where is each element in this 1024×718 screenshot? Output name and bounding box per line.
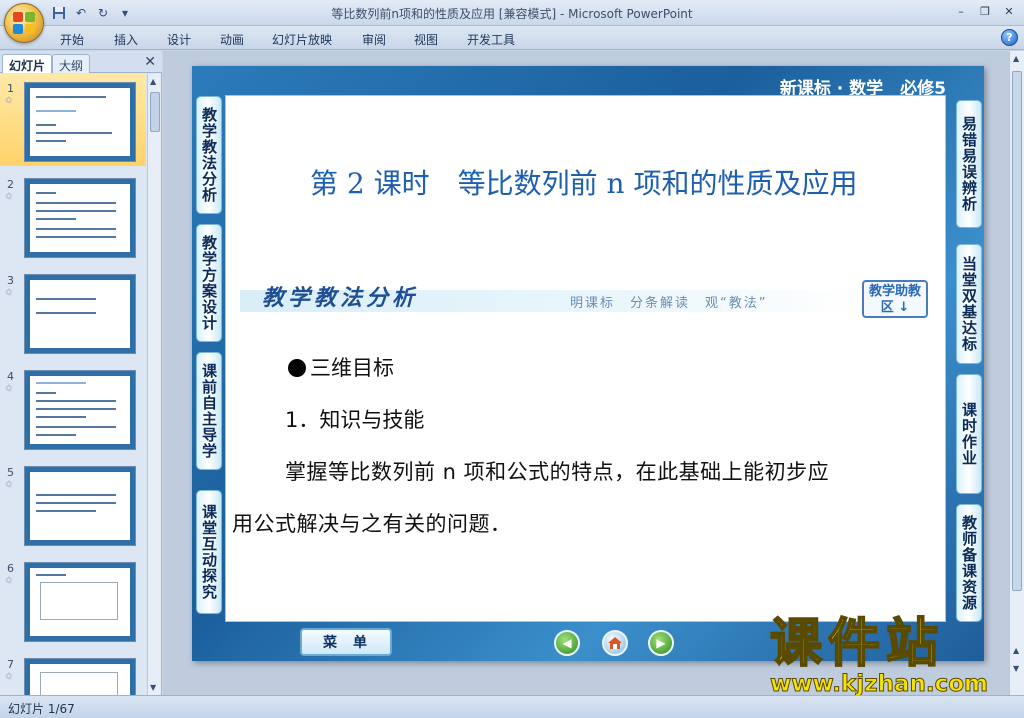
nav-homework[interactable]: 课时作业 xyxy=(956,374,982,494)
window-controls: – ❐ ✕ xyxy=(950,2,1020,20)
animation-star-icon: ✩ xyxy=(5,480,13,490)
home-icon[interactable] xyxy=(602,630,628,656)
editor-scrollbar[interactable]: ▲ ▲ ▼ xyxy=(1009,51,1024,695)
slides-panel: 幻灯片 大纲 ✕ 1 ✩ 2 ✩ 3 ✩ 4 ✩ 5 ✩ 6 ✩ 7 ✩ ▲ ▼ xyxy=(0,51,162,695)
previous-page-icon[interactable]: ◀ xyxy=(554,630,580,656)
nav-error-analysis[interactable]: 易错易误辨析 xyxy=(956,100,982,228)
slide-thumbnail[interactable]: 7 ✩ xyxy=(0,650,146,695)
restore-icon[interactable]: ❐ xyxy=(974,2,996,20)
watermark-brand: 课件站 xyxy=(769,614,945,674)
thumbnail-list: 1 ✩ 2 ✩ 3 ✩ 4 ✩ 5 ✩ 6 ✩ 7 ✩ xyxy=(0,74,146,695)
tab-slideshow[interactable]: 幻灯片放映 xyxy=(272,31,332,48)
tab-home[interactable]: 开始 xyxy=(60,31,84,48)
window-title: 等比数列前n项和的性质及应用 [兼容模式] - Microsoft PowerP… xyxy=(331,7,693,21)
thumbnail-image xyxy=(24,178,136,258)
thumbnail-number: 1 xyxy=(7,82,14,95)
thumbnail-scrollbar[interactable]: ▲ ▼ xyxy=(147,74,161,695)
thumbnail-image xyxy=(24,370,136,450)
nav-class-interaction[interactable]: 课堂互动探究 xyxy=(196,490,222,614)
section-banner: 教学教法分析 明课标 分条解读 观“教法” 教学助教区 ↓ xyxy=(240,280,932,318)
animation-star-icon: ✩ xyxy=(5,576,13,586)
thumbnail-number: 3 xyxy=(7,274,14,287)
nav-teacher-resources[interactable]: 教师备课资源 xyxy=(956,504,982,622)
close-icon[interactable]: ✕ xyxy=(998,2,1020,20)
bullet-heading: 三维目标 xyxy=(288,352,394,382)
thumbnail-image xyxy=(24,562,136,642)
paragraph-line-1: 掌握等比数列前 n 项和公式的特点，在此基础上能初步应 xyxy=(285,460,830,484)
thumbnail-image xyxy=(24,82,136,162)
teaching-assist-label: 教学助教区 xyxy=(868,284,921,315)
tab-animation[interactable]: 动画 xyxy=(220,31,244,48)
scroll-thumb[interactable] xyxy=(150,92,160,132)
office-logo-icon xyxy=(13,12,35,34)
slide-thumbnail[interactable]: 1 ✩ xyxy=(0,74,146,166)
thumbnail-number: 7 xyxy=(7,658,14,671)
nav-basic-practice[interactable]: 当堂双基达标 xyxy=(956,244,982,364)
paragraph-line-2: 用公式解决与之有关的问题． xyxy=(232,512,512,536)
previous-slide-icon[interactable]: ▲ xyxy=(1013,646,1019,655)
tab-view[interactable]: 视图 xyxy=(414,31,438,48)
help-icon[interactable]: ? xyxy=(1001,29,1018,46)
tab-slides[interactable]: 幻灯片 xyxy=(2,54,53,73)
office-button[interactable] xyxy=(4,3,44,43)
thumbnail-image xyxy=(24,274,136,354)
nav-teaching-analysis[interactable]: 教学教法分析 xyxy=(196,96,222,214)
animation-star-icon: ✩ xyxy=(5,192,13,202)
nav-pre-class-study[interactable]: 课前自主导学 xyxy=(196,352,222,470)
watermark-url: www.kjzhan.com xyxy=(770,671,989,697)
watermark-logo: 课件站 www.kjzhan.com xyxy=(769,614,1010,697)
nav-teaching-plan[interactable]: 教学方案设计 xyxy=(196,224,222,342)
scroll-down-icon[interactable]: ▼ xyxy=(150,683,156,692)
banner-label: 教学教法分析 xyxy=(262,285,419,311)
panel-close-icon[interactable]: ✕ xyxy=(144,54,156,70)
animation-star-icon: ✩ xyxy=(5,96,13,106)
animation-star-icon: ✩ xyxy=(5,672,13,682)
scroll-thumb[interactable] xyxy=(1012,71,1022,591)
thumbnail-number: 4 xyxy=(7,370,14,383)
lesson-title: 第 2 课时 等比数列前 n 项和的性质及应用 xyxy=(310,167,858,200)
slide-thumbnail[interactable]: 6 ✩ xyxy=(0,554,146,646)
tab-outline[interactable]: 大纲 xyxy=(52,54,91,73)
menu-button[interactable]: 菜单 xyxy=(300,628,392,656)
tab-developer[interactable]: 开发工具 xyxy=(467,31,515,48)
thumbnail-number: 2 xyxy=(7,178,14,191)
banner-motto: 明课标 分条解读 观“教法” xyxy=(570,296,768,311)
thumbnail-image xyxy=(24,466,136,546)
panel-tabs: 幻灯片 大纲 ✕ xyxy=(0,51,162,73)
slide-thumbnail[interactable]: 5 ✩ xyxy=(0,458,146,550)
ribbon-tabs: 开始 插入 设计 动画 幻灯片放映 审阅 视图 开发工具 ? xyxy=(0,26,1024,50)
scroll-up-icon[interactable]: ▲ xyxy=(150,77,156,86)
tab-review[interactable]: 审阅 xyxy=(362,31,386,48)
subheading: 1．知识与技能 xyxy=(285,408,425,432)
thumbnail-image xyxy=(24,658,136,695)
status-bar: 幻灯片 1/67 xyxy=(0,695,1024,718)
thumbnail-number: 5 xyxy=(7,466,14,479)
scroll-up-icon[interactable]: ▲ xyxy=(1013,54,1019,63)
bullet-dot-icon xyxy=(288,359,306,377)
slide-indicator: 幻灯片 1/67 xyxy=(8,702,75,716)
slide-thumbnail[interactable]: 2 ✩ xyxy=(0,170,146,262)
next-slide-icon[interactable]: ▼ xyxy=(1013,664,1019,673)
thumbnail-number: 6 xyxy=(7,562,14,575)
animation-star-icon: ✩ xyxy=(5,288,13,298)
arrow-down-icon: ↓ xyxy=(898,300,910,315)
bullet-text: 三维目标 xyxy=(310,356,394,380)
minimize-icon[interactable]: – xyxy=(950,2,972,20)
slide-thumbnail[interactable]: 4 ✩ xyxy=(0,362,146,454)
next-page-icon[interactable]: ▶ xyxy=(648,630,674,656)
tab-insert[interactable]: 插入 xyxy=(114,31,138,48)
tab-design[interactable]: 设计 xyxy=(167,31,191,48)
title-bar: ↶ ↻ ▾ 等比数列前n项和的性质及应用 [兼容模式] - Microsoft … xyxy=(0,0,1024,43)
teaching-assist-button[interactable]: 教学助教区 ↓ xyxy=(862,280,928,318)
animation-star-icon: ✩ xyxy=(5,384,13,394)
slide-thumbnail[interactable]: 3 ✩ xyxy=(0,266,146,358)
